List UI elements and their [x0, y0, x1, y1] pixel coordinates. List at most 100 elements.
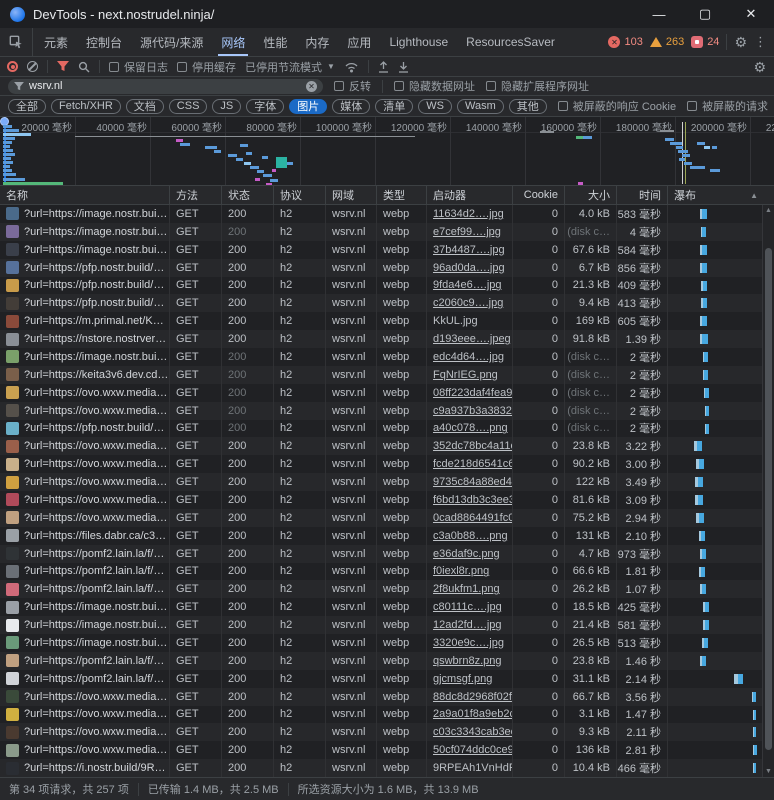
initiator-link[interactable]: 0cad8864491fc0 [433, 512, 513, 524]
initiator-link[interactable]: c80111c….jpg [433, 601, 502, 613]
column-header-6[interactable]: 启动器 [427, 186, 513, 204]
hide-data-urls-checkbox[interactable]: 隐藏数据网址 [394, 78, 475, 94]
export-har-icon[interactable] [398, 61, 409, 73]
invert-checkbox[interactable]: 反转 [334, 78, 371, 94]
filter-icon[interactable] [57, 61, 69, 72]
table-row[interactable]: ?url=https://ovo.wxw.media… GET 200 h2 w… [0, 706, 774, 724]
chip-0[interactable]: 全部 [8, 99, 46, 114]
table-row[interactable]: ?url=https://pomf2.lain.la/f/… GET 200 h… [0, 580, 774, 598]
table-row[interactable]: ?url=https://pfp.nostr.build/… GET 200 h… [0, 277, 774, 295]
hide-extension-urls-checkbox[interactable]: 隐藏扩展程序网址 [486, 78, 589, 94]
import-har-icon[interactable] [378, 61, 389, 73]
table-row[interactable]: ?url=https://keita3v6.dev.cd… GET 200 h2… [0, 366, 774, 384]
preserve-log-checkbox[interactable]: 保留日志 [109, 59, 168, 75]
initiator-link[interactable]: e7cef99….jpg [433, 226, 501, 238]
console-errors-badge[interactable]: ✕ 103 [608, 36, 642, 48]
initiator-link[interactable]: 96ad0da….jpg [433, 262, 505, 274]
blocked-requests-checkbox[interactable]: 被屏蔽的请求 [687, 98, 768, 114]
table-row[interactable]: ?url=https://ovo.wxw.media… GET 200 h2 w… [0, 437, 774, 455]
table-row[interactable]: ?url=https://files.dabr.ca/c3… GET 200 h… [0, 527, 774, 545]
initiator-link[interactable]: KkUL.jpg [433, 315, 478, 327]
initiator-link[interactable]: 11634d2….jpg [433, 208, 504, 220]
table-row[interactable]: ?url=https://pomf2.lain.la/f/… GET 200 h… [0, 545, 774, 563]
table-row[interactable]: ?url=https://m.primal.net/K… GET 200 h2 … [0, 312, 774, 330]
column-header-2[interactable]: 状态 [222, 186, 274, 204]
initiator-link[interactable]: e36daf9c.png [433, 548, 500, 560]
table-row[interactable]: ?url=https://ovo.wxw.media… GET 200 h2 w… [0, 688, 774, 706]
initiator-link[interactable]: c2060c9….jpg [433, 297, 503, 309]
initiator-link[interactable]: 3320e9c….jpg [433, 637, 504, 649]
initiator-link[interactable]: 2f8ukfm1.png [433, 583, 500, 595]
initiator-link[interactable]: 88dc8d2968f02f [433, 691, 512, 703]
tab-4[interactable]: 性能 [254, 28, 296, 56]
initiator-link[interactable]: 9735c84a88ed48 [433, 476, 513, 488]
table-row[interactable]: ?url=https://pomf2.lain.la/f/… GET 200 h… [0, 563, 774, 581]
initiator-link[interactable]: fcde218d6541c6 [433, 458, 513, 470]
inspect-element-button[interactable] [0, 28, 33, 56]
tab-3[interactable]: 网络 [212, 28, 254, 56]
table-row[interactable]: ?url=https://pfp.nostr.build/… GET 200 h… [0, 259, 774, 277]
initiator-link[interactable]: 12ad2fd….jpg [433, 619, 502, 631]
table-row[interactable]: ?url=https://pomf2.lain.la/f/… GET 200 h… [0, 670, 774, 688]
table-row[interactable]: ?url=https://image.nostr.bui… GET 200 h2… [0, 598, 774, 616]
chip-3[interactable]: CSS [169, 99, 208, 114]
table-row[interactable]: ?url=https://ovo.wxw.media… GET 200 h2 w… [0, 509, 774, 527]
column-header-1[interactable]: 方法 [170, 186, 222, 204]
network-conditions-icon[interactable] [344, 61, 359, 73]
table-row[interactable]: ?url=https://ovo.wxw.media… GET 200 h2 w… [0, 402, 774, 420]
chip-2[interactable]: 文档 [126, 99, 164, 114]
initiator-link[interactable]: gjcmsgf.png [433, 673, 492, 685]
column-header-8[interactable]: 大小 [565, 186, 617, 204]
timeline-overview[interactable]: 20000 毫秒40000 毫秒60000 毫秒80000 毫秒100000 毫… [0, 117, 774, 186]
initiator-link[interactable]: 9fda4e6….jpg [433, 279, 502, 291]
initiator-link[interactable]: FqNrIEG.png [433, 369, 498, 381]
table-row[interactable]: ?url=https://image.nostr.bui… GET 200 h2… [0, 634, 774, 652]
tab-2[interactable]: 源代码/来源 [131, 28, 212, 56]
chip-7[interactable]: 媒体 [332, 99, 370, 114]
initiator-link[interactable]: edc4d64….jpg [433, 351, 504, 363]
chip-1[interactable]: Fetch/XHR [51, 99, 121, 114]
chip-10[interactable]: Wasm [457, 99, 504, 114]
clear-filter-icon[interactable]: ✕ [306, 81, 317, 92]
initiator-link[interactable]: f0iexl8r.png [433, 565, 489, 577]
record-button[interactable] [7, 61, 18, 72]
table-row[interactable]: ?url=https://image.nostr.bui… GET 200 h2… [0, 241, 774, 259]
maximize-button[interactable]: ▢ [682, 0, 728, 28]
initiator-link[interactable]: qswbrn8z.png [433, 655, 502, 667]
initiator-link[interactable]: c03c3343cab3ee [433, 726, 513, 738]
disable-cache-checkbox[interactable]: 停用缓存 [177, 59, 236, 75]
chip-4[interactable]: JS [212, 99, 241, 114]
filter-input[interactable] [29, 80, 301, 92]
column-header-4[interactable]: 网域 [326, 186, 377, 204]
throttling-dropdown[interactable]: 已停用节流模式 ▼ [245, 59, 335, 75]
initiator-link[interactable]: 50cf074ddc0ce9 [433, 744, 513, 756]
chip-8[interactable]: 清单 [375, 99, 413, 114]
tab-8[interactable]: ResourcesSaver [457, 28, 564, 56]
table-row[interactable]: ?url=https://image.nostr.bui… GET 200 h2… [0, 223, 774, 241]
initiator-link[interactable]: 2a9a01f8a9eb2c [433, 708, 513, 720]
scroll-down-icon[interactable]: ▼ [763, 768, 774, 775]
table-row[interactable]: ?url=https://image.nostr.bui… GET 200 h2… [0, 205, 774, 223]
chip-9[interactable]: WS [418, 99, 452, 114]
initiator-link[interactable]: f6bd13db3c3ee3 [433, 494, 513, 506]
table-row[interactable]: ?url=https://ovo.wxw.media… GET 200 h2 w… [0, 741, 774, 759]
network-settings-gear-icon[interactable]: ⚙ [753, 60, 766, 74]
initiator-link[interactable]: c3a0b88….png [433, 530, 508, 542]
initiator-link[interactable]: 08ff223daf4fea9 [433, 387, 512, 399]
initiator-link[interactable]: 352dc78bc4a11e [433, 440, 513, 452]
console-warnings-badge[interactable]: 263 [650, 36, 684, 48]
column-header-3[interactable]: 协议 [274, 186, 326, 204]
issues-badge[interactable]: 24 [691, 36, 719, 48]
initiator-link[interactable]: 37b4487….jpg [433, 244, 505, 256]
scrollbar-thumb[interactable] [765, 248, 772, 750]
column-header-7[interactable]: Cookie [513, 186, 565, 204]
table-row[interactable]: ?url=https://pfp.nostr.build/… GET 200 h… [0, 420, 774, 438]
table-row[interactable]: ?url=https://ovo.wxw.media… GET 200 h2 w… [0, 473, 774, 491]
table-row[interactable]: ?url=https://ovo.wxw.media… GET 200 h2 w… [0, 455, 774, 473]
table-row[interactable]: ?url=https://ovo.wxw.media… GET 200 h2 w… [0, 491, 774, 509]
table-row[interactable]: ?url=https://image.nostr.bui… GET 200 h2… [0, 616, 774, 634]
tab-6[interactable]: 应用 [338, 28, 380, 56]
initiator-link[interactable]: c9a937b3a3832d [433, 405, 513, 417]
table-row[interactable]: ?url=https://i.nostr.build/9R… GET 200 h… [0, 759, 774, 777]
tab-5[interactable]: 内存 [296, 28, 338, 56]
